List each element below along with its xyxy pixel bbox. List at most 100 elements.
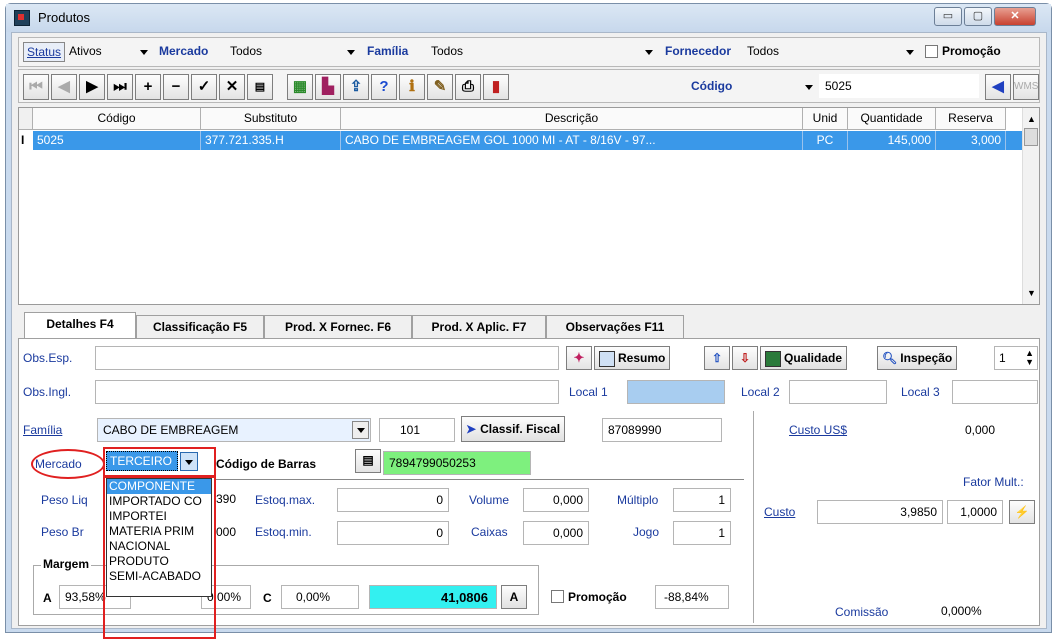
add-icon[interactable]: +: [135, 74, 161, 100]
familia-dropdown-arrow-icon[interactable]: [645, 50, 653, 55]
custo-label[interactable]: Custo: [764, 505, 795, 519]
mercado-option[interactable]: COMPONENTE: [107, 479, 211, 494]
spin-icon[interactable]: ▲ ▼: [1025, 349, 1034, 367]
estoq-min-input[interactable]: 0: [337, 521, 449, 545]
mercado-option[interactable]: PRODUTO: [107, 554, 211, 569]
maximize-button[interactable]: ▢: [964, 7, 992, 26]
info-icon[interactable]: ℹ: [399, 74, 425, 100]
comissao-input[interactable]: 0,000%: [920, 599, 1010, 623]
fornecedor-dropdown-arrow-icon[interactable]: [906, 50, 914, 55]
margem-a-button[interactable]: A: [501, 585, 527, 609]
exit-door-icon[interactable]: ▮: [483, 74, 509, 100]
grid-vertical-scrollbar[interactable]: ▲ ▼: [1022, 108, 1039, 304]
mercado-option[interactable]: NACIONAL: [107, 539, 211, 554]
obs-esp-input[interactable]: [95, 346, 559, 370]
grid-header-codigo[interactable]: Código: [33, 108, 201, 130]
local2-input[interactable]: [789, 380, 887, 404]
inspecao-count-stepper[interactable]: 1 ▲ ▼: [994, 346, 1038, 370]
local1-input[interactable]: [627, 380, 725, 404]
last-record-icon[interactable]: ⏭: [107, 74, 133, 100]
tools-icon[interactable]: ✎: [427, 74, 453, 100]
cell-codigo[interactable]: 5025: [33, 131, 201, 150]
promocao-checkbox[interactable]: [925, 45, 938, 58]
mercado-select[interactable]: TERCEIRO: [106, 451, 178, 471]
confirm-icon[interactable]: ✓: [191, 74, 217, 100]
grid-header-substituto[interactable]: Substituto: [201, 108, 341, 130]
peso-br-input[interactable]: 000: [215, 520, 245, 544]
chart-icon[interactable]: ▙: [315, 74, 341, 100]
status-filter-value[interactable]: Ativos: [69, 44, 102, 58]
mercado-filter-value[interactable]: Todos: [230, 44, 262, 58]
tag-icon[interactable]: ✦: [566, 346, 592, 370]
tab-prod-aplic[interactable]: Prod. X Aplic. F7: [412, 315, 546, 339]
grid-header-reserva[interactable]: Reserva: [936, 108, 1006, 130]
tab-observacoes[interactable]: Observações F11: [546, 315, 684, 339]
margem-c-input[interactable]: 0,00%: [281, 585, 359, 609]
cell-substituto[interactable]: 377.721.335.H: [201, 131, 341, 150]
cancel-icon[interactable]: ✕: [219, 74, 245, 100]
preco-input[interactable]: 41,0806: [369, 585, 497, 609]
promocao-detail-checkbox[interactable]: [551, 590, 564, 603]
familia-filter-value[interactable]: Todos: [431, 44, 463, 58]
estoq-max-input[interactable]: 0: [337, 488, 449, 512]
prev-record-icon[interactable]: ◀: [51, 74, 77, 100]
delete-icon[interactable]: −: [163, 74, 189, 100]
table-row[interactable]: 5025 377.721.335.H CABO DE EMBREAGEM GOL…: [33, 131, 1026, 150]
tab-detalhes[interactable]: Detalhes F4: [24, 312, 136, 340]
cell-quantidade[interactable]: 145,000: [848, 131, 936, 150]
fator-mult-input[interactable]: 1,0000: [947, 500, 1003, 524]
calculator-icon[interactable]: ⚡: [1009, 500, 1035, 524]
cell-unid[interactable]: PC: [803, 131, 848, 150]
obs-ingl-input[interactable]: [95, 380, 559, 404]
search-field-label[interactable]: Código: [691, 79, 732, 93]
peso-liq-input[interactable]: 390: [215, 487, 245, 511]
resumo-button[interactable]: Resumo: [594, 346, 671, 370]
printer-icon[interactable]: ⎙: [455, 74, 481, 100]
classif-fiscal-button[interactable]: ➤ Classif. Fiscal: [461, 416, 566, 442]
search-field-dropdown-arrow-icon[interactable]: [805, 85, 813, 90]
classif-fiscal-input[interactable]: 87089990: [602, 418, 722, 442]
familia-code-input[interactable]: 101: [379, 418, 455, 442]
transfer-down-icon[interactable]: ⇩: [732, 346, 758, 370]
mercado-option[interactable]: IMPORTADO CO: [107, 494, 211, 509]
help-icon[interactable]: ?: [371, 74, 397, 100]
volume-input[interactable]: 0,000: [523, 488, 589, 512]
mercado-option[interactable]: IMPORTEI: [107, 509, 211, 524]
cell-descricao[interactable]: CABO DE EMBREAGEM GOL 1000 MI - AT - 8/1…: [341, 131, 803, 150]
multiplo-input[interactable]: 1: [673, 488, 731, 512]
print-preview-icon[interactable]: ▤: [247, 74, 273, 100]
status-dropdown-arrow-icon[interactable]: [140, 50, 148, 55]
first-record-icon[interactable]: ⏮: [23, 74, 49, 100]
spreadsheet-icon[interactable]: ▦: [287, 74, 313, 100]
grid-header-descricao[interactable]: Descrição: [341, 108, 803, 130]
fornecedor-filter-value[interactable]: Todos: [747, 44, 779, 58]
barcode-input[interactable]: 7894799050253: [383, 451, 531, 475]
search-input[interactable]: 5025: [819, 74, 979, 98]
mercado-dropdown-arrow-icon[interactable]: [347, 50, 355, 55]
inspecao-button[interactable]: 🔍︎ Inspeção: [877, 346, 958, 370]
barcode-icon[interactable]: ▤: [355, 449, 381, 473]
export-icon[interactable]: ⇪: [343, 74, 369, 100]
mercado-option[interactable]: MATERIA PRIM: [107, 524, 211, 539]
custo-us-input[interactable]: 0,000: [920, 418, 1010, 442]
next-record-icon[interactable]: ▶: [79, 74, 105, 100]
mercado-option[interactable]: SEMI-ACABADO: [107, 569, 211, 584]
minimize-button[interactable]: ▭: [934, 7, 962, 26]
familia-select[interactable]: CABO DE EMBREAGEM: [97, 418, 371, 442]
promocao-percent-input[interactable]: -88,84%: [655, 585, 729, 609]
tab-prod-fornec[interactable]: Prod. X Fornec. F6: [264, 315, 412, 339]
transfer-up-icon[interactable]: ⇧: [704, 346, 730, 370]
familia-label[interactable]: Família: [23, 423, 62, 437]
scroll-thumb[interactable]: [1024, 128, 1038, 146]
tab-classificacao[interactable]: Classificação F5: [136, 315, 264, 339]
grid-header-quantidade[interactable]: Quantidade: [848, 108, 936, 130]
search-go-icon[interactable]: ◀: [985, 74, 1011, 100]
jogo-input[interactable]: 1: [673, 521, 731, 545]
mercado-dropdown-button[interactable]: [180, 452, 198, 471]
status-filter-label[interactable]: Status: [23, 42, 66, 62]
close-button[interactable]: ✕: [994, 7, 1036, 26]
wms-button[interactable]: WMS: [1013, 74, 1039, 100]
local3-input[interactable]: [952, 380, 1038, 404]
familia-dropdown-button[interactable]: [352, 421, 369, 439]
qualidade-button[interactable]: Qualidade: [760, 346, 848, 370]
